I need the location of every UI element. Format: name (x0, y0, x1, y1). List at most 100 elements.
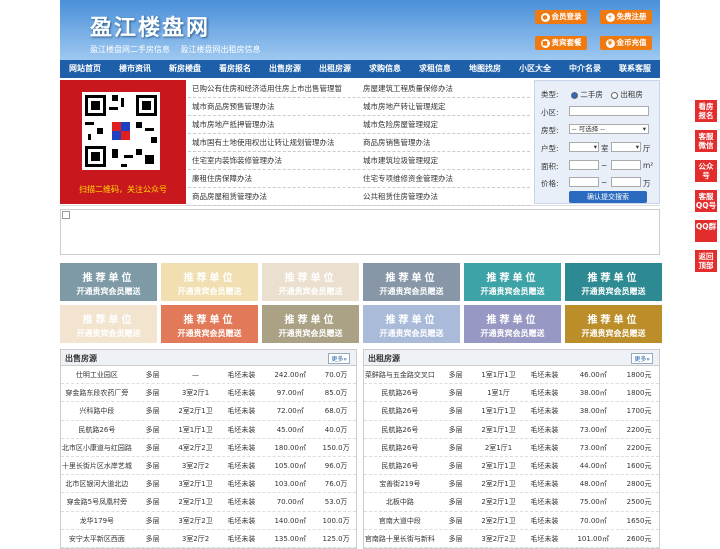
room-select[interactable]: ▾ (569, 142, 599, 152)
table-row[interactable]: 民航路26号 多层 1室1厅 毛坯未装 38.00㎡ 1800元 (364, 384, 659, 403)
table-row[interactable]: 民航路26号 多层 2室1厅1卫 毛坯未装 73.00㎡ 2200元 (364, 421, 659, 439)
recommended-unit-ad[interactable]: 推荐单位 开通贵宾会员赠送 (60, 305, 157, 343)
table-row[interactable]: 北板中路 多层 2室2厅1卫 毛坯未装 75.00㎡ 2500元 (364, 493, 659, 512)
sublink-sale[interactable]: 盈江楼盘网二手房信息 (90, 45, 170, 54)
table-cell[interactable]: 民航路26号 (364, 457, 436, 474)
nav-viewing-signup[interactable]: 看房报名 (210, 60, 260, 78)
policy-link[interactable]: 城市房地产转让管理规定 (359, 98, 530, 115)
recommended-unit-ad[interactable]: 推荐单位 开通贵宾会员赠送 (60, 263, 157, 301)
recommended-unit-ad[interactable]: 推荐单位 开通贵宾会员赠送 (565, 263, 662, 301)
type-radio-rent[interactable]: 出租房 (611, 89, 643, 100)
nav-new-homes[interactable]: 新房楼盘 (160, 60, 210, 78)
policy-link[interactable]: 城市商品房预售管理办法 (188, 98, 359, 115)
policy-link[interactable]: 廉租住房保障办法 (188, 170, 359, 187)
nav-want-rent[interactable]: 求租信息 (410, 60, 460, 78)
nav-want-buy[interactable]: 求购信息 (360, 60, 410, 78)
table-row[interactable]: 民航路26号 多层 2室1厅1 毛坯未装 73.00㎡ 2200元 (364, 439, 659, 457)
table-row[interactable]: 十里长街片区水岸艺城 多层 3室2厅2 毛坯未装 105.00㎡ 96.0万 (61, 457, 356, 476)
table-cell[interactable]: 官南路十里长街与新科 (364, 530, 436, 547)
table-cell[interactable]: 菜鲜路与五金路交叉口 (364, 366, 436, 383)
nav-communities[interactable]: 小区大全 (510, 60, 560, 78)
price-max-input[interactable] (611, 177, 641, 187)
policy-link[interactable]: 城市建筑垃圾管理规定 (359, 152, 530, 169)
sidebar-official-account[interactable]: 公众号 (695, 160, 717, 182)
sublink-rent[interactable]: 盈江楼盘网出租房信息 (181, 45, 261, 54)
nav-home[interactable]: 网站首页 (60, 60, 110, 78)
table-cell[interactable]: 民航路26号 (364, 384, 436, 401)
table-cell[interactable]: 北板中路 (364, 493, 436, 510)
community-input[interactable] (569, 106, 649, 116)
table-cell[interactable]: 龙华179号 (61, 512, 133, 529)
table-row[interactable]: 穿金路东段农药厂旁 多层 3室2厅1 毛坯未装 97.00㎡ 85.0万 (61, 384, 356, 403)
vip-package-button[interactable]: ■ 贵宾套餐 (535, 36, 587, 50)
table-cell[interactable]: 安宁太平新区西面 (61, 530, 133, 547)
type-radio-secondhand[interactable]: 二手房 (571, 89, 603, 100)
policy-link[interactable]: 房屋建筑工程质量保修办法 (359, 80, 530, 97)
search-submit-button[interactable]: 确认提交搜索 (569, 191, 647, 203)
table-cell[interactable]: 民航路26号 (364, 421, 436, 438)
table-cell[interactable]: 穿金路5号凤凰村旁 (61, 493, 133, 510)
recommended-unit-ad[interactable]: 推荐单位 开通贵宾会员赠送 (464, 305, 561, 343)
sidebar-viewing-signup[interactable]: 看房报名 (695, 100, 717, 122)
table-row[interactable]: 穿金路5号凤凰村旁 多层 2室2厅1卫 毛坯未装 70.00㎡ 53.0万 (61, 493, 356, 512)
area-min-input[interactable] (569, 160, 599, 170)
table-row[interactable]: 菜鲜路与五金路交叉口 多层 1室1厅1卫 毛坯未装 46.00㎡ 1800元 (364, 366, 659, 385)
table-row[interactable]: 官南路十里长街与新科 多层 3室2厅2卫 毛坯未装 101.00㎡ 2600元 (364, 530, 659, 548)
table-cell[interactable]: 宝善街219号 (364, 475, 436, 492)
price-min-input[interactable] (569, 177, 599, 187)
policy-link[interactable]: 公共租赁住房管理办法 (359, 188, 530, 205)
policy-link[interactable]: 城市房地产抵押管理办法 (188, 116, 359, 133)
sale-more-button[interactable]: 更多» (328, 353, 350, 364)
table-row[interactable]: 兴科路中段 多层 2室2厅1卫 毛坯未装 72.00㎡ 68.0万 (61, 402, 356, 421)
table-row[interactable]: 民航路26号 多层 1室1厅1卫 毛坯未装 45.00㎡ 40.0万 (61, 421, 356, 439)
nav-contact[interactable]: 联系客服 (610, 60, 660, 78)
recommended-unit-ad[interactable]: 推荐单位 开通贵宾会员赠送 (363, 263, 460, 301)
register-button[interactable]: + 免费注册 (600, 10, 652, 24)
recommended-unit-ad[interactable]: 推荐单位 开通贵宾会员赠送 (464, 263, 561, 301)
table-cell[interactable]: 穿金路东段农药厂旁 (61, 384, 133, 401)
sidebar-service-wechat[interactable]: 客服微信 (695, 130, 717, 152)
nav-for-sale[interactable]: 出售房源 (260, 60, 310, 78)
nav-map-search[interactable]: 地图找房 (460, 60, 510, 78)
recommended-unit-ad[interactable]: 推荐单位 开通贵宾会员赠送 (363, 305, 460, 343)
table-row[interactable]: 官南大道中段 多层 2室2厅1卫 毛坯未装 70.00㎡ 1650元 (364, 512, 659, 530)
coin-recharge-button[interactable]: ¥ 金币充值 (600, 36, 652, 50)
nav-for-rent[interactable]: 出租房源 (310, 60, 360, 78)
policy-link[interactable]: 城市危险房屋管理规定 (359, 116, 530, 133)
recommended-unit-ad[interactable]: 推荐单位 开通贵宾会员赠送 (262, 263, 359, 301)
policy-link[interactable]: 已购公有住房和经济适用住房上市出售管理暂 (188, 80, 359, 97)
rent-more-button[interactable]: 更多» (631, 353, 653, 364)
hall-select[interactable]: ▾ (611, 142, 641, 152)
table-cell[interactable]: 民航路26号 (364, 439, 436, 456)
sidebar-service-qq[interactable]: 客服QQ号 (695, 190, 717, 212)
site-logo[interactable]: 盈江楼盘网 (90, 10, 210, 42)
policy-link[interactable]: 商品房屋租赁管理办法 (188, 188, 359, 205)
table-cell[interactable]: 民航路26号 (364, 402, 436, 419)
policy-link[interactable]: 住宅专项维修资金管理办法 (359, 170, 530, 187)
sidebar-qq-group[interactable]: QQ群 (695, 220, 717, 242)
nav-agencies[interactable]: 中介名录 (560, 60, 610, 78)
table-row[interactable]: 龙华179号 多层 3室2厅2卫 毛坯未装 140.00㎡ 100.0万 (61, 512, 356, 530)
table-cell[interactable]: 北市区小康道与红园路 (61, 439, 133, 456)
table-cell[interactable]: 十里长街片区水岸艺城 (61, 457, 133, 474)
table-row[interactable]: 北市区小康道与红园路 多层 4室2厅2卫 毛坯未装 180.00㎡ 150.0万 (61, 439, 356, 457)
recommended-unit-ad[interactable]: 推荐单位 开通贵宾会员赠送 (161, 263, 258, 301)
housetype-select[interactable]: -- 可选择 -- ▾ (569, 124, 649, 134)
table-row[interactable]: 民航路26号 多层 1室1厅1卫 毛坯未装 38.00㎡ 1700元 (364, 402, 659, 421)
table-cell[interactable]: 民航路26号 (61, 421, 133, 438)
table-row[interactable]: 安宁太平新区西面 多层 3室2厅2 毛坯未装 135.00㎡ 125.0万 (61, 530, 356, 548)
table-row[interactable]: 民航路26号 多层 2室1厅1卫 毛坯未装 44.00㎡ 1600元 (364, 457, 659, 476)
table-cell[interactable]: 仕明工业园区 (61, 366, 133, 383)
table-row[interactable]: 北市区银河大道北边 多层 3室2厅1卫 毛坯未装 103.00㎡ 76.0万 (61, 475, 356, 494)
recommended-unit-ad[interactable]: 推荐单位 开通贵宾会员赠送 (161, 305, 258, 343)
policy-link[interactable]: 住宅室内装饰装修管理办法 (188, 152, 359, 169)
policy-link[interactable]: 城市国有土地使用权出让转让规划管理办法 (188, 134, 359, 151)
sidebar-back-to-top[interactable]: 返回顶部 (695, 250, 717, 272)
table-row[interactable]: 仕明工业园区 多层 — 毛坯未装 242.00㎡ 70.0万 (61, 366, 356, 385)
table-cell[interactable]: 官南大道中段 (364, 512, 436, 529)
recommended-unit-ad[interactable]: 推荐单位 开通贵宾会员赠送 (565, 305, 662, 343)
table-cell[interactable]: 北市区银河大道北边 (61, 475, 133, 492)
recommended-unit-ad[interactable]: 推荐单位 开通贵宾会员赠送 (262, 305, 359, 343)
table-row[interactable]: 宝善街219号 多层 2室2厅1卫 毛坯未装 48.00㎡ 2800元 (364, 475, 659, 494)
policy-link[interactable]: 商品房销售管理办法 (359, 134, 530, 151)
